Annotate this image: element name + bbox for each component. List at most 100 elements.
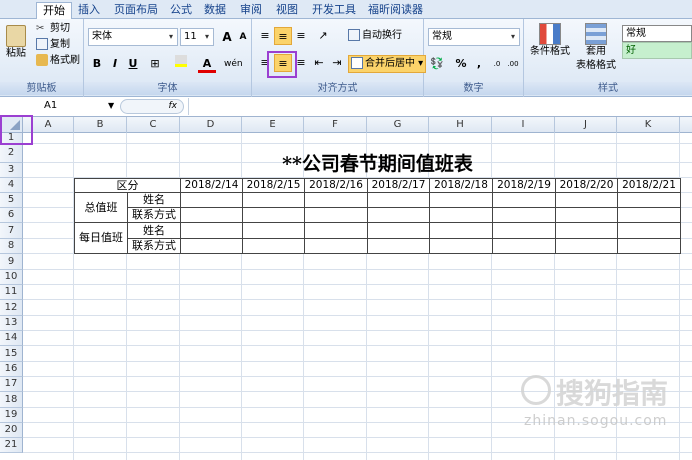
duty-cell[interactable] bbox=[367, 192, 430, 208]
percent-button[interactable]: % bbox=[452, 55, 470, 73]
col-header-i[interactable]: I bbox=[492, 117, 555, 133]
date-header-cell[interactable]: 2018/2/14 bbox=[180, 178, 243, 193]
decrease-decimal-button[interactable]: .00 bbox=[504, 55, 522, 73]
font-color-button[interactable]: A bbox=[198, 55, 216, 73]
row-header[interactable]: 13 bbox=[0, 316, 23, 331]
row-header[interactable]: 10 bbox=[0, 270, 23, 285]
duty-cell[interactable] bbox=[367, 238, 430, 254]
date-header-cell[interactable]: 2018/2/19 bbox=[492, 178, 556, 193]
duty-cell[interactable] bbox=[429, 207, 493, 223]
row-header[interactable]: 19 bbox=[0, 408, 23, 423]
wrap-text-button[interactable]: 自动换行 bbox=[348, 29, 402, 43]
align-middle-icon[interactable]: ≡ bbox=[274, 27, 292, 45]
merge-center-button[interactable]: 合并后居中 ▾ bbox=[348, 55, 427, 73]
underline-button[interactable]: U bbox=[124, 55, 142, 73]
duty-cell[interactable] bbox=[492, 238, 556, 254]
col-header-f[interactable]: F bbox=[304, 117, 367, 133]
tab-home[interactable]: 开始 bbox=[36, 2, 72, 19]
style-normal[interactable]: 常规 bbox=[622, 25, 692, 42]
duty-cell[interactable] bbox=[617, 207, 681, 223]
number-format-select[interactable]: 常规 ▾ bbox=[428, 28, 520, 46]
duty-cell[interactable] bbox=[304, 238, 368, 254]
col-header-h[interactable]: H bbox=[429, 117, 492, 133]
duty-cell[interactable] bbox=[242, 238, 305, 254]
formula-input[interactable] bbox=[188, 98, 692, 115]
row-header[interactable]: 8 bbox=[0, 239, 23, 254]
copy-button[interactable]: 复制 bbox=[36, 38, 70, 52]
tab-foxit-reader[interactable]: 福昕阅读器 bbox=[362, 2, 429, 19]
row-header[interactable]: 7 bbox=[0, 223, 23, 239]
field-contact-cell[interactable]: 联系方式 bbox=[127, 207, 181, 223]
tab-review[interactable]: 审阅 bbox=[234, 2, 268, 19]
date-header-cell[interactable]: 2018/2/16 bbox=[304, 178, 368, 193]
duty-cell[interactable] bbox=[367, 207, 430, 223]
date-header-cell[interactable]: 2018/2/15 bbox=[242, 178, 305, 193]
date-header-cell[interactable]: 2018/2/20 bbox=[555, 178, 618, 193]
duty-cell[interactable] bbox=[492, 192, 556, 208]
name-box[interactable]: A1 ▼ bbox=[0, 98, 118, 115]
tab-data[interactable]: 数据 bbox=[198, 2, 232, 19]
increase-indent-icon[interactable]: ⇥ bbox=[328, 54, 346, 72]
group-total-duty[interactable]: 总值班 bbox=[74, 192, 128, 223]
row-header[interactable]: 20 bbox=[0, 423, 23, 438]
row-header[interactable]: 21 bbox=[0, 438, 23, 453]
row-header[interactable]: 3 bbox=[0, 163, 23, 178]
duty-cell[interactable] bbox=[492, 222, 556, 239]
row-header[interactable]: 5 bbox=[0, 193, 23, 208]
row-header[interactable]: 12 bbox=[0, 300, 23, 316]
duty-cell[interactable] bbox=[367, 222, 430, 239]
duty-cell[interactable] bbox=[304, 192, 368, 208]
row-header[interactable]: 2 bbox=[0, 144, 23, 163]
align-bottom-icon[interactable]: ≡ bbox=[292, 27, 310, 45]
italic-button[interactable]: I bbox=[106, 55, 124, 73]
tab-developer[interactable]: 开发工具 bbox=[306, 2, 362, 19]
row-header[interactable]: 16 bbox=[0, 362, 23, 377]
duty-cell[interactable] bbox=[617, 222, 681, 239]
duty-cell[interactable] bbox=[617, 192, 681, 208]
field-name-cell[interactable]: 姓名 bbox=[127, 222, 181, 239]
fx-button[interactable]: fx bbox=[120, 99, 184, 114]
duty-cell[interactable] bbox=[304, 207, 368, 223]
duty-cell[interactable] bbox=[180, 222, 243, 239]
row-header[interactable]: 14 bbox=[0, 331, 23, 346]
duty-cell[interactable] bbox=[242, 207, 305, 223]
shrink-font-button[interactable]: A bbox=[234, 28, 252, 46]
duty-cell[interactable] bbox=[429, 192, 493, 208]
phonetic-button[interactable]: wén bbox=[224, 55, 243, 73]
row-header[interactable]: 18 bbox=[0, 392, 23, 408]
date-header-cell[interactable]: 2018/2/17 bbox=[367, 178, 430, 193]
col-header-g[interactable]: G bbox=[367, 117, 429, 133]
col-header-e[interactable]: E bbox=[242, 117, 304, 133]
duty-cell[interactable] bbox=[180, 192, 243, 208]
duty-cell[interactable] bbox=[555, 207, 618, 223]
duty-cell[interactable] bbox=[180, 238, 243, 254]
bold-button[interactable]: B bbox=[88, 55, 106, 73]
cut-button[interactable]: ✂ 剪切 bbox=[36, 22, 70, 36]
row-header[interactable]: 4 bbox=[0, 178, 23, 193]
duty-cell[interactable] bbox=[429, 238, 493, 254]
sheet-title[interactable]: **公司春节期间值班表 bbox=[74, 150, 681, 178]
col-header-b[interactable]: B bbox=[74, 117, 127, 133]
row-header[interactable]: 11 bbox=[0, 285, 23, 300]
tab-view[interactable]: 视图 bbox=[270, 2, 304, 19]
conditional-format-button[interactable]: 条件格式 bbox=[528, 23, 572, 59]
duty-cell[interactable] bbox=[617, 238, 681, 254]
format-as-table-button[interactable]: 套用 表格格式 bbox=[572, 23, 620, 73]
duty-cell[interactable] bbox=[180, 207, 243, 223]
format-painter-button[interactable]: 格式刷 bbox=[36, 54, 80, 68]
align-top-icon[interactable]: ≡ bbox=[256, 27, 274, 45]
duty-cell[interactable] bbox=[555, 222, 618, 239]
col-header-j[interactable]: J bbox=[555, 117, 617, 133]
currency-icon[interactable]: 💱 bbox=[428, 55, 446, 73]
duty-cell[interactable] bbox=[242, 192, 305, 208]
duty-cell[interactable] bbox=[492, 207, 556, 223]
duty-cell[interactable] bbox=[242, 222, 305, 239]
duty-cell[interactable] bbox=[304, 222, 368, 239]
borders-button[interactable]: ⊞ bbox=[146, 55, 164, 73]
field-contact-cell[interactable]: 联系方式 bbox=[127, 238, 181, 254]
paste-button[interactable]: 粘贴 bbox=[4, 25, 28, 61]
col-header-k[interactable]: K bbox=[617, 117, 680, 133]
row-header[interactable]: 15 bbox=[0, 346, 23, 362]
fill-color-button[interactable] bbox=[172, 55, 190, 73]
duty-cell[interactable] bbox=[555, 192, 618, 208]
